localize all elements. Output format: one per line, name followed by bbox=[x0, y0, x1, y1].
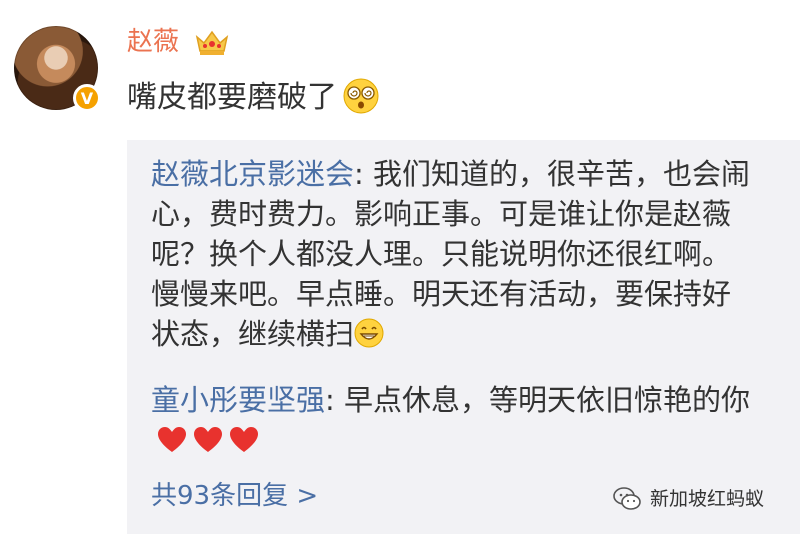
reply-separator: : bbox=[354, 157, 374, 191]
post-text-content: 嘴皮都要磨破了 bbox=[127, 80, 337, 115]
reply-author-link[interactable]: 童小彤要坚强 bbox=[151, 383, 325, 417]
heart-icon bbox=[194, 427, 222, 452]
heart-icon bbox=[158, 427, 186, 452]
verified-badge-icon: V bbox=[73, 84, 101, 112]
watermark: 新加坡红蚂蚁 bbox=[612, 484, 764, 514]
reply-item: 童小彤要坚强: 早点休息，等明天依旧惊艳的你 bbox=[151, 380, 751, 460]
reply-item: 赵薇北京影迷会: 我们知道的，很辛苦，也会闹心，费时费力。影响正事。可是谁让你是… bbox=[151, 154, 751, 354]
dizzy-face-icon bbox=[343, 78, 379, 113]
heart-icon bbox=[230, 427, 258, 452]
reply-separator: : bbox=[325, 383, 345, 417]
more-replies-link[interactable]: 共93条回复 > bbox=[151, 478, 318, 514]
post-username[interactable]: 赵薇 bbox=[127, 24, 179, 60]
crown-icon bbox=[195, 30, 229, 55]
wechat-icon bbox=[613, 487, 641, 510]
post-text: 嘴皮都要磨破了 bbox=[127, 76, 379, 120]
watermark-text: 新加坡红蚂蚁 bbox=[650, 488, 765, 510]
reply-author-link[interactable]: 赵薇北京影迷会 bbox=[151, 157, 354, 191]
reply-box: 赵薇北京影迷会: 我们知道的，很辛苦，也会闹心，费时费力。影响正事。可是谁让你是… bbox=[127, 140, 800, 534]
grin-emoji-icon bbox=[354, 318, 384, 348]
reply-text: 早点休息，等明天依旧惊艳的你 bbox=[344, 383, 751, 417]
